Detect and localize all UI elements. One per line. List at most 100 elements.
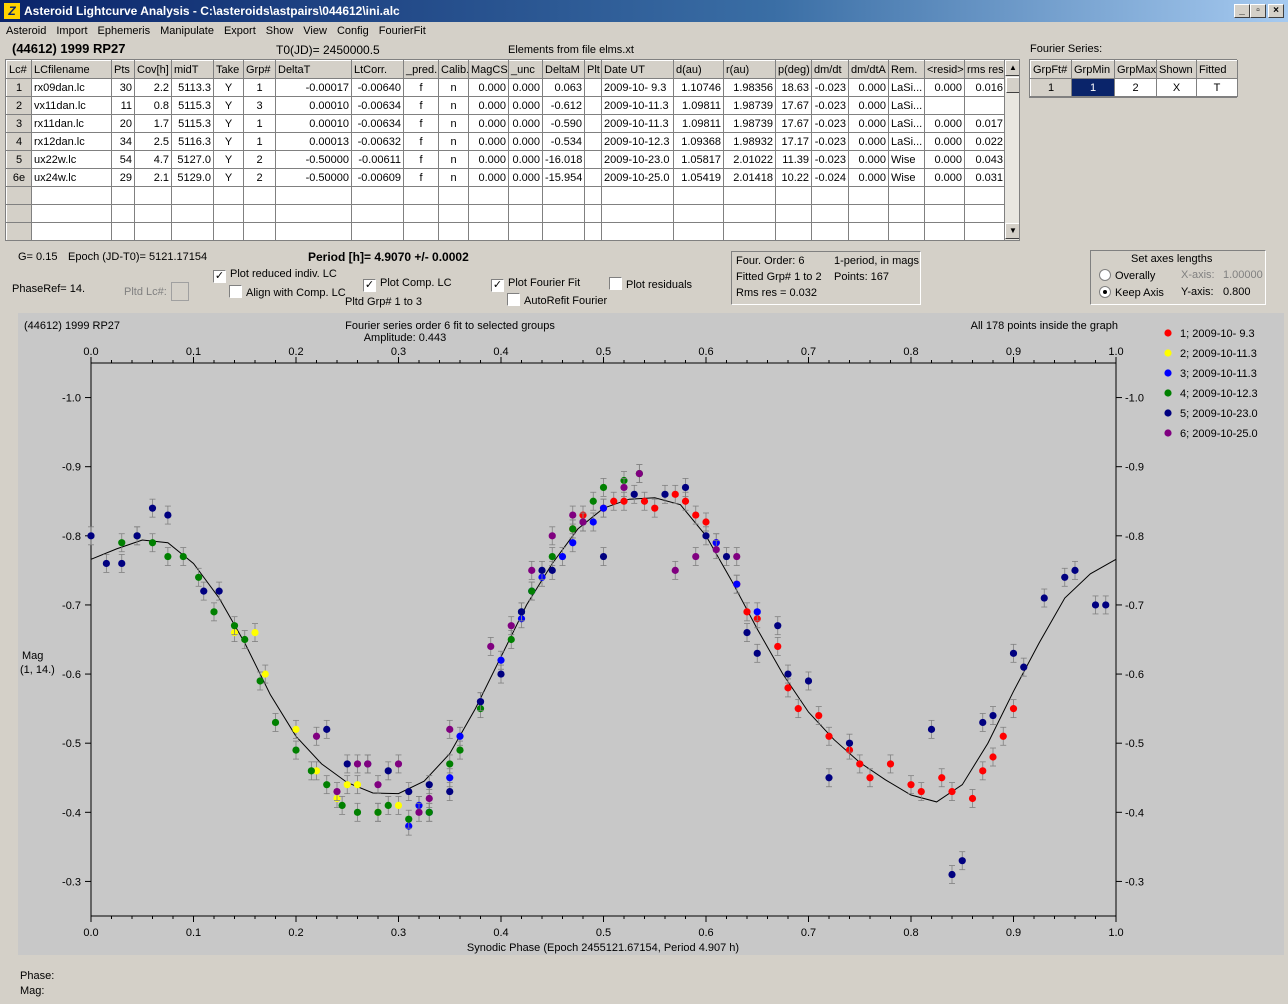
empty-cell[interactable] (438, 222, 469, 240)
empty-cell[interactable] (964, 222, 1006, 240)
empty-cell[interactable] (964, 204, 1006, 223)
lc-col-header[interactable]: LCfilename (31, 60, 112, 79)
table-cell[interactable]: -0.612 (542, 96, 585, 115)
table-cell[interactable]: 54 (111, 150, 135, 169)
table-cell[interactable]: 1.05419 (673, 168, 724, 187)
fourier-col-header[interactable]: Fitted (1196, 60, 1238, 79)
table-cell[interactable]: 17.67 (775, 114, 812, 133)
empty-cell[interactable] (924, 222, 965, 240)
empty-cell[interactable] (542, 186, 585, 205)
table-cell[interactable]: 0.000 (468, 132, 509, 151)
table-cell[interactable]: 2 (243, 168, 276, 187)
table-cell[interactable]: 2009-10-23.0 (601, 150, 674, 169)
lc-col-header[interactable]: LtCorr. (351, 60, 404, 79)
lc-col-header[interactable]: midT (171, 60, 214, 79)
table-cell[interactable]: 0.000 (848, 168, 889, 187)
table-cell[interactable]: -0.00017 (275, 78, 352, 97)
empty-cell[interactable] (243, 186, 276, 205)
empty-cell[interactable] (468, 204, 509, 223)
table-cell[interactable]: 0.00010 (275, 114, 352, 133)
table-cell[interactable]: 5115.3 (171, 114, 214, 133)
fourier-col-header[interactable]: GrpMin (1071, 60, 1115, 79)
empty-cell[interactable] (964, 186, 1006, 205)
empty-cell[interactable] (775, 186, 812, 205)
empty-cell[interactable] (542, 204, 585, 223)
table-cell[interactable]: 10.22 (775, 168, 812, 187)
empty-cell[interactable] (508, 186, 543, 205)
app-icon[interactable]: Z (4, 3, 20, 19)
table-cell[interactable]: 30 (111, 78, 135, 97)
pltd-lc-spinner[interactable] (171, 282, 189, 301)
table-cell[interactable]: 29 (111, 168, 135, 187)
empty-cell[interactable] (134, 186, 172, 205)
table-cell[interactable]: n (438, 150, 469, 169)
lc-col-header[interactable]: r(au) (723, 60, 776, 79)
empty-cell[interactable] (508, 204, 543, 223)
table-cell[interactable]: -0.50000 (275, 168, 352, 187)
plot-residuals-checkbox[interactable]: Plot residuals (609, 277, 692, 291)
empty-cell[interactable] (213, 186, 244, 205)
table-cell[interactable]: 0.000 (468, 96, 509, 115)
lc-col-header[interactable]: Grp# (243, 60, 276, 79)
scroll-thumb[interactable] (1006, 77, 1019, 93)
table-cell[interactable]: 5115.3 (171, 96, 214, 115)
table-cell[interactable]: 0.00013 (275, 132, 352, 151)
empty-cell[interactable] (673, 222, 724, 240)
menu-manipulate[interactable]: Manipulate (154, 22, 218, 40)
autorefit-checkbox[interactable]: AutoRefit Fourier (507, 293, 607, 307)
table-cell[interactable]: 2 (243, 150, 276, 169)
table-cell[interactable]: LaSi... (888, 78, 925, 97)
table-cell[interactable]: 0.000 (468, 78, 509, 97)
table-cell[interactable]: Y (213, 114, 244, 133)
table-cell[interactable]: -0.00632 (351, 132, 404, 151)
empty-cell[interactable] (601, 186, 674, 205)
table-cell[interactable]: 0.000 (924, 150, 965, 169)
table-cell[interactable]: -0.023 (811, 150, 849, 169)
table-cell[interactable]: 2.01418 (723, 168, 776, 187)
plot-reduced-checkbox[interactable]: ✓ Plot reduced indiv. LC (213, 268, 337, 283)
empty-cell[interactable] (351, 186, 404, 205)
table-cell[interactable]: 0.000 (508, 114, 543, 133)
table-cell[interactable]: 0.00010 (275, 96, 352, 115)
table-cell[interactable]: 1.7 (134, 114, 172, 133)
table-cell[interactable]: 17.67 (775, 96, 812, 115)
fourier-cell[interactable]: X (1156, 78, 1197, 97)
lc-col-header[interactable]: Take (213, 60, 244, 79)
empty-cell[interactable] (673, 204, 724, 223)
fourier-col-header[interactable]: GrpMax (1114, 60, 1157, 79)
table-cell[interactable]: -0.023 (811, 96, 849, 115)
empty-cell[interactable] (775, 222, 812, 240)
empty-cell[interactable] (924, 186, 965, 205)
empty-cell[interactable] (243, 204, 276, 223)
table-cell[interactable]: 1.10746 (673, 78, 724, 97)
table-cell[interactable] (584, 150, 602, 169)
table-cell[interactable]: 0.000 (848, 150, 889, 169)
empty-cell[interactable] (601, 204, 674, 223)
plot-fourier-checkbox[interactable]: ✓ Plot Fourier Fit (491, 277, 580, 292)
empty-cell[interactable] (811, 186, 849, 205)
lc-col-header[interactable]: Date UT (601, 60, 674, 79)
scroll-down-button[interactable]: ▼ (1005, 223, 1019, 239)
lc-col-header[interactable]: Lc# (6, 60, 32, 79)
table-cell[interactable]: 1.98739 (723, 114, 776, 133)
lc-col-header[interactable]: Calib. (438, 60, 469, 79)
empty-cell[interactable] (775, 204, 812, 223)
empty-cell[interactable] (542, 222, 585, 240)
lc-col-header[interactable]: Plt (584, 60, 602, 79)
table-cell[interactable]: Wise (888, 168, 925, 187)
table-cell[interactable] (584, 132, 602, 151)
table-cell[interactable]: 1 (243, 78, 276, 97)
table-cell[interactable]: 0.022 (964, 132, 1006, 151)
table-cell[interactable]: n (438, 114, 469, 133)
empty-cell[interactable] (673, 186, 724, 205)
fourier-cell[interactable]: 2 (1114, 78, 1157, 97)
table-cell[interactable]: 3 (6, 114, 32, 133)
table-cell[interactable]: 20 (111, 114, 135, 133)
table-cell[interactable]: 2.01022 (723, 150, 776, 169)
table-cell[interactable]: 0.000 (848, 96, 889, 115)
table-cell[interactable]: -0.534 (542, 132, 585, 151)
empty-row[interactable] (6, 204, 1006, 223)
lc-col-header[interactable]: MagCS (468, 60, 509, 79)
empty-cell[interactable] (134, 204, 172, 223)
table-cell[interactable]: f (403, 114, 439, 133)
